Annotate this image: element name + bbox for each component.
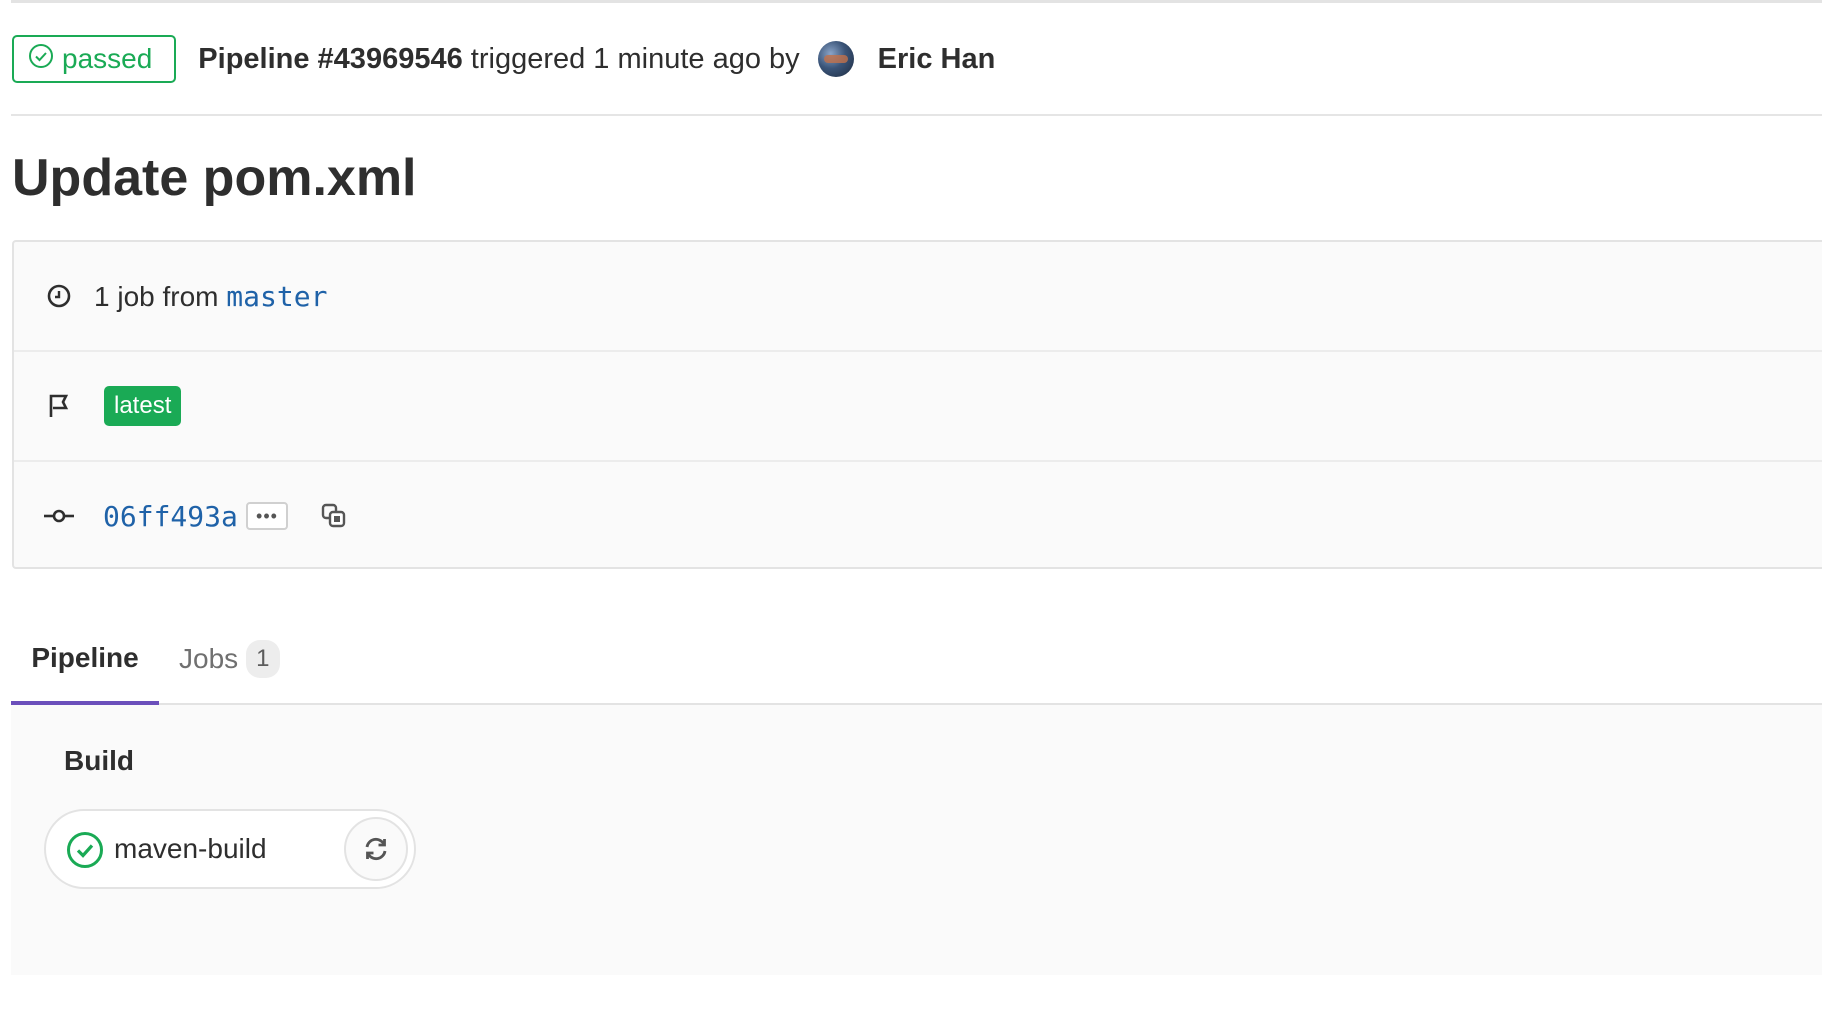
tab-jobs-label: Jobs xyxy=(179,643,239,674)
top-divider xyxy=(11,0,1822,3)
commit-icon xyxy=(44,501,74,531)
retry-button[interactable] xyxy=(344,817,408,881)
header-divider xyxy=(11,114,1822,116)
commit-row: 06ff493a ••• xyxy=(14,462,1822,570)
retry-icon xyxy=(365,837,387,861)
triggered-text: triggered 1 minute ago by xyxy=(470,42,800,75)
page-title: Update pom.xml xyxy=(12,149,417,207)
author-link[interactable]: Eric Han xyxy=(878,43,996,76)
status-badge[interactable]: passed xyxy=(12,35,177,83)
pipeline-tabs: Pipeline Jobs 1 xyxy=(11,615,1822,705)
jobs-count-text: 1 job from xyxy=(94,280,219,312)
tag-row: latest xyxy=(14,352,1822,462)
branch-link[interactable]: master xyxy=(226,280,327,313)
flag-icon xyxy=(44,391,74,421)
tab-pipeline-label: Pipeline xyxy=(31,642,139,673)
job-item[interactable]: maven-build xyxy=(44,809,416,889)
tab-pipeline[interactable]: Pipeline xyxy=(11,615,159,705)
commit-sha-link[interactable]: 06ff493a xyxy=(103,500,238,533)
copy-button[interactable] xyxy=(319,501,349,531)
tab-jobs[interactable]: Jobs 1 xyxy=(179,615,280,703)
ellipsis-button[interactable]: ••• xyxy=(246,502,288,530)
job-success-icon xyxy=(66,831,104,869)
status-label: passed xyxy=(62,43,153,74)
status-success-icon xyxy=(28,43,62,76)
clock-icon xyxy=(44,281,74,311)
pipeline-header: passed Pipeline #43969546 triggered 1 mi… xyxy=(12,33,995,85)
avatar[interactable] xyxy=(817,41,854,77)
copy-icon xyxy=(321,503,346,528)
stage-title: Build xyxy=(64,745,134,776)
jobs-row: 1 job from master xyxy=(14,242,1822,352)
pipeline-id[interactable]: Pipeline #43969546 xyxy=(198,43,462,76)
ellipsis-icon: ••• xyxy=(256,506,278,526)
latest-badge[interactable]: latest xyxy=(104,386,182,426)
jobs-count-badge: 1 xyxy=(246,640,280,678)
job-name[interactable]: maven-build xyxy=(114,833,267,865)
pipeline-graph: Build maven-build xyxy=(11,705,1822,975)
pipeline-info-box: 1 job from master latest 06ff493a ••• xyxy=(12,240,1822,569)
